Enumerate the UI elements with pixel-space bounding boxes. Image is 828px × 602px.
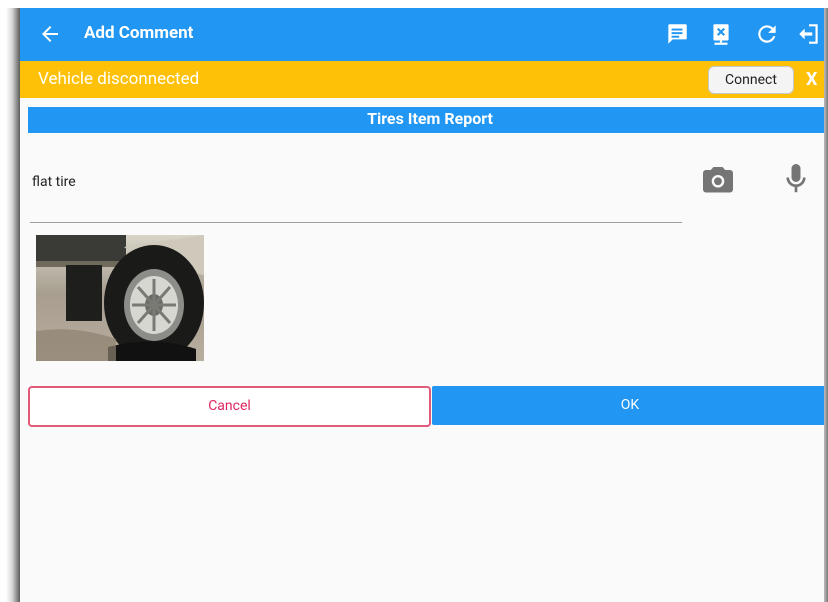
app-bar: Add Comment (20, 8, 824, 61)
refresh-button[interactable] (754, 21, 780, 47)
page-title: Add Comment (84, 23, 194, 43)
microphone-button[interactable] (784, 161, 808, 197)
comment-field[interactable]: flat tire (30, 166, 682, 223)
section-header: Tires Item Report (28, 107, 824, 133)
app-screen: Add Comment Vehicle disconnected Connect… (20, 8, 824, 602)
arrow-back-icon (42, 26, 58, 42)
device-frame-right (824, 8, 828, 602)
microphone-icon (786, 164, 806, 193)
ok-button[interactable]: OK (432, 386, 824, 425)
logout-button[interactable] (796, 21, 822, 47)
logout-icon (799, 24, 818, 44)
camera-button[interactable] (700, 161, 736, 197)
camera-icon (703, 167, 733, 193)
disconnected-device-icon (713, 24, 729, 45)
connect-button[interactable]: Connect (708, 66, 794, 94)
refresh-icon (758, 25, 776, 43)
comment-value: flat tire (32, 174, 76, 190)
connection-warning-bar: Vehicle disconnected Connect X (20, 61, 824, 98)
comment-icon (668, 24, 687, 44)
comment-button[interactable] (664, 21, 690, 47)
close-warning-button[interactable]: X (806, 69, 817, 90)
attached-photo-thumbnail[interactable] (36, 235, 204, 361)
cancel-button[interactable]: Cancel (28, 386, 431, 427)
flat-tire-photo (36, 235, 204, 361)
device-status-button[interactable] (708, 21, 734, 47)
back-button[interactable] (38, 22, 62, 46)
warning-message: Vehicle disconnected (38, 69, 200, 89)
device-frame-left (0, 8, 20, 602)
